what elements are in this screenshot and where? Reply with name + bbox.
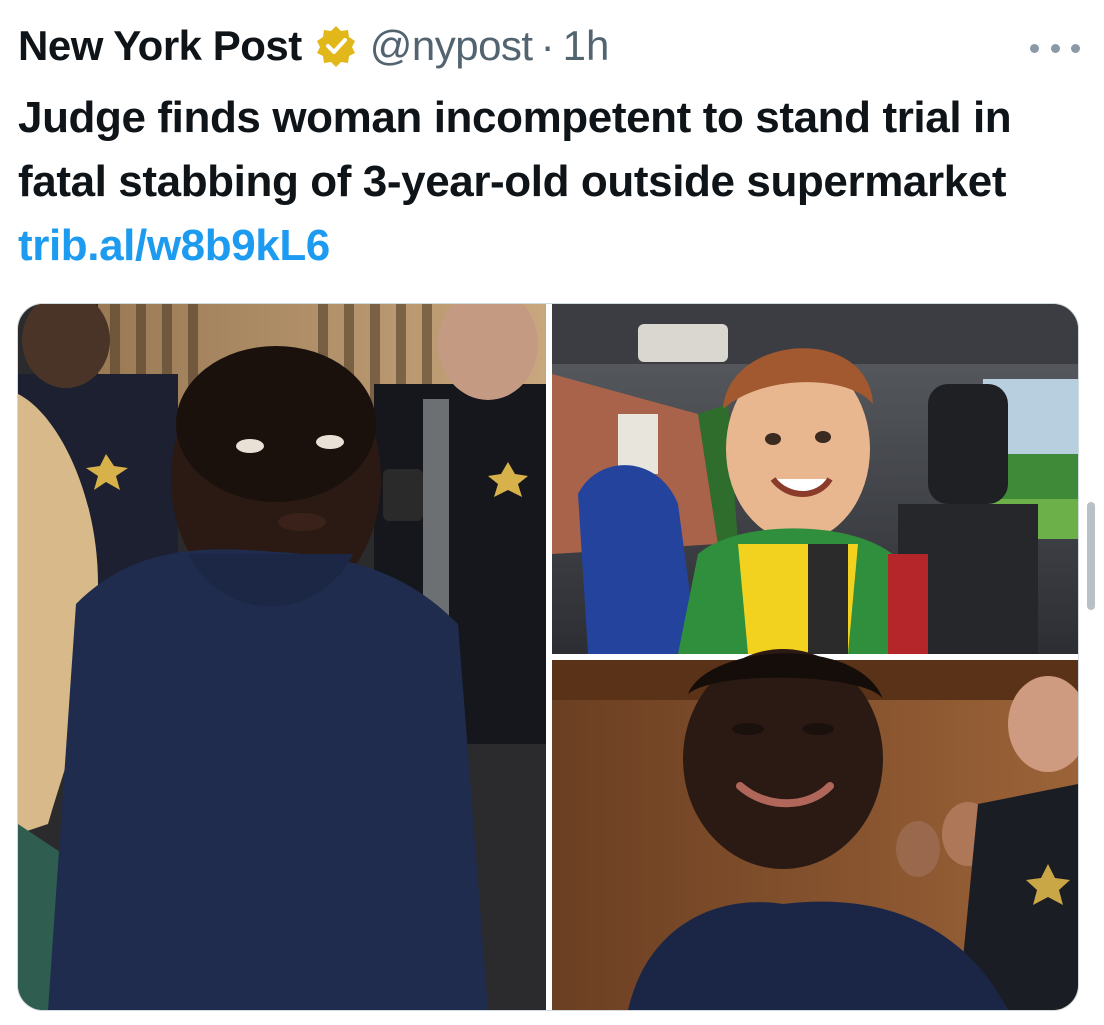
timestamp[interactable]: 1h: [563, 22, 610, 70]
tweet-link[interactable]: trib.al/w8b9kL6: [18, 221, 330, 270]
tweet[interactable]: New York Post @nypost · 1h Judge finds w…: [0, 0, 1104, 1025]
author-name[interactable]: New York Post: [18, 22, 302, 70]
tweet-header: New York Post @nypost · 1h: [18, 14, 609, 78]
courtroom-photo-left[interactable]: [18, 304, 546, 1010]
tweet-text: Judge finds woman incompetent to stand t…: [18, 86, 1078, 278]
child-in-car-photo[interactable]: [552, 304, 1078, 654]
more-dots-icon[interactable]: [1030, 42, 1080, 54]
separator-dot: ·: [540, 22, 555, 69]
media-grid[interactable]: [17, 303, 1079, 1011]
author-handle[interactable]: @nypost: [370, 22, 533, 70]
tweet-body: Judge finds woman incompetent to stand t…: [18, 93, 1012, 206]
courtroom-smile-photo[interactable]: [552, 649, 1078, 1010]
scrollbar-thumb[interactable]: [1087, 502, 1095, 610]
verified-badge-icon[interactable]: [314, 24, 358, 68]
